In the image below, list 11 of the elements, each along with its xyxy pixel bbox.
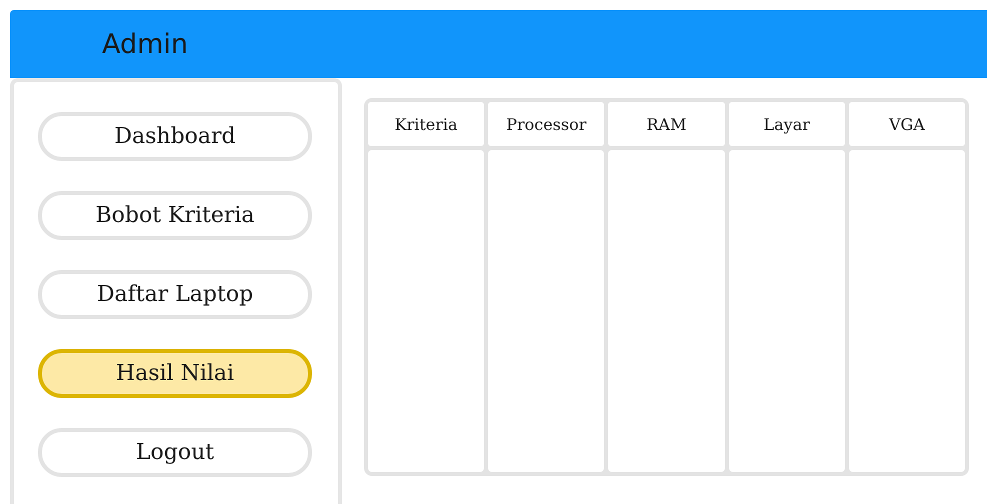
header-title: Admin <box>102 28 188 60</box>
column-header: VGA <box>848 102 965 146</box>
nav-button[interactable]: Dashboard <box>38 112 312 161</box>
nav-button[interactable]: Hasil Nilai <box>38 349 312 398</box>
column-header: Processor <box>488 102 604 146</box>
nav-button[interactable]: Bobot Kriteria <box>38 191 312 240</box>
nav-button[interactable]: Logout <box>38 428 312 477</box>
column-header: RAM <box>608 102 725 146</box>
column-header: Layar <box>728 102 845 146</box>
column-header: Kriteria <box>368 102 484 146</box>
nav-button[interactable]: Daftar Laptop <box>38 270 312 319</box>
